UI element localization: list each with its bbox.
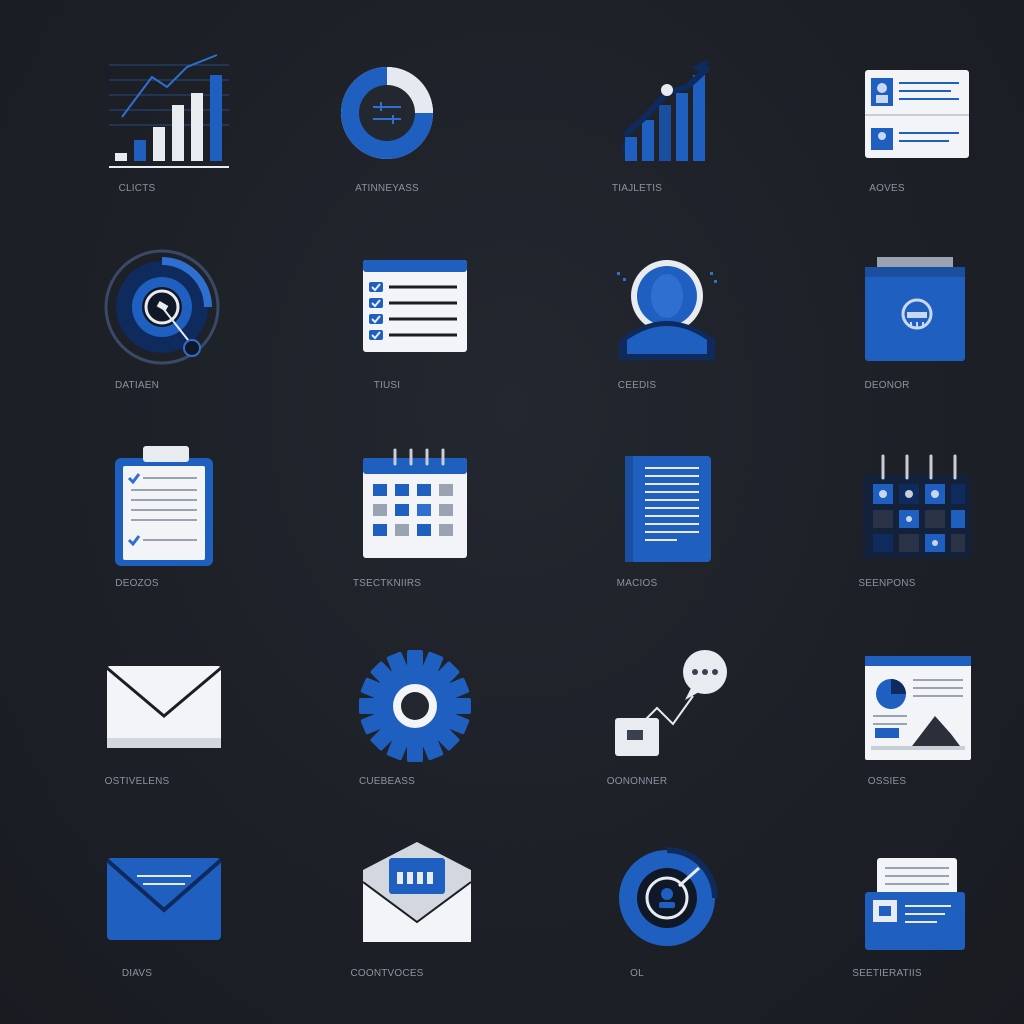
icon-tile[interactable]: OONONNER [537, 638, 737, 808]
open-mail-icon [317, 830, 472, 960]
icon-label: OSSIES [867, 776, 907, 787]
badge-circle-icon [567, 830, 718, 960]
icon-label: TSECTKNIIRS [352, 578, 422, 589]
growth-chart-icon [567, 45, 712, 175]
icon-label: SEENPONS [858, 578, 916, 589]
dark-calendar-icon [817, 440, 971, 570]
icon-label: TIAJLETIS [611, 183, 663, 194]
icon-label: CLICTS [118, 183, 156, 194]
envelope-icon [67, 638, 222, 768]
bar-chart-icon [67, 45, 229, 175]
icon-tile[interactable]: CLICTS [37, 45, 237, 215]
icon-label: COONTVOCES [350, 968, 424, 979]
target-dial-icon [67, 242, 220, 372]
icon-label: OSTIVELENS [104, 776, 170, 787]
donut-chart-icon [317, 45, 457, 175]
icon-label: MACIOS [616, 578, 658, 589]
icon-tile[interactable]: DEONOR [787, 242, 987, 412]
icon-tile[interactable]: SEETIERATIIS [787, 830, 987, 1000]
icon-label: DEONOR [864, 380, 910, 391]
icon-label: AOVES [869, 183, 905, 194]
icon-label: CEEDIS [617, 380, 657, 391]
blue-envelope-icon [67, 830, 223, 960]
icon-label: SEETIERATIIS [852, 968, 922, 979]
icon-tile[interactable]: TSECTKNIIRS [287, 440, 487, 610]
icon-tile[interactable]: COONTVOCES [287, 830, 487, 1000]
icon-tile[interactable]: DIAVS [37, 830, 237, 1000]
icon-label: DIAVS [121, 968, 153, 979]
clipboard-icon [67, 440, 213, 570]
icon-label: DEOZOS [115, 578, 159, 589]
icon-tile[interactable]: CUEBEASS [287, 638, 487, 808]
document-icon [567, 440, 711, 570]
report-window-icon [817, 638, 971, 768]
icon-tile[interactable]: OSTIVELENS [37, 638, 237, 808]
icon-tile[interactable]: TIUSI [287, 242, 487, 412]
icon-label: ATINNEYASS [355, 183, 419, 194]
icon-label: TIUSI [373, 380, 401, 391]
icon-label: OL [630, 968, 644, 979]
icon-label: OONONNER [606, 776, 668, 787]
icon-tile[interactable]: DATIAEN [37, 242, 237, 412]
icon-tile[interactable]: OSSIES [787, 638, 987, 808]
icon-grid: CLICTS ATINNEYASS TIAJLETIS AOVES DATIAE… [0, 0, 1024, 1024]
icon-tile[interactable]: CEEDIS [537, 242, 737, 412]
chat-connector-icon [567, 638, 727, 768]
icon-label: CUEBEASS [358, 776, 416, 787]
icon-tile[interactable]: SEENPONS [787, 440, 987, 610]
icon-tile[interactable]: MACIOS [537, 440, 737, 610]
gear-icon [317, 638, 471, 768]
checklist-icon [317, 242, 467, 372]
folder-icon [817, 242, 965, 372]
icon-tile[interactable]: DEOZOS [37, 440, 237, 610]
calendar-icon [317, 440, 467, 570]
icon-tile[interactable]: AOVES [787, 45, 987, 215]
icon-tile[interactable]: OL [537, 830, 737, 1000]
icon-tile[interactable]: ATINNEYASS [287, 45, 487, 215]
contact-cards-icon [817, 45, 969, 175]
icon-label: DATIAEN [115, 380, 159, 391]
file-folder-icon [817, 830, 965, 960]
icon-tile[interactable]: TIAJLETIS [537, 45, 737, 215]
user-profile-icon [567, 242, 717, 372]
